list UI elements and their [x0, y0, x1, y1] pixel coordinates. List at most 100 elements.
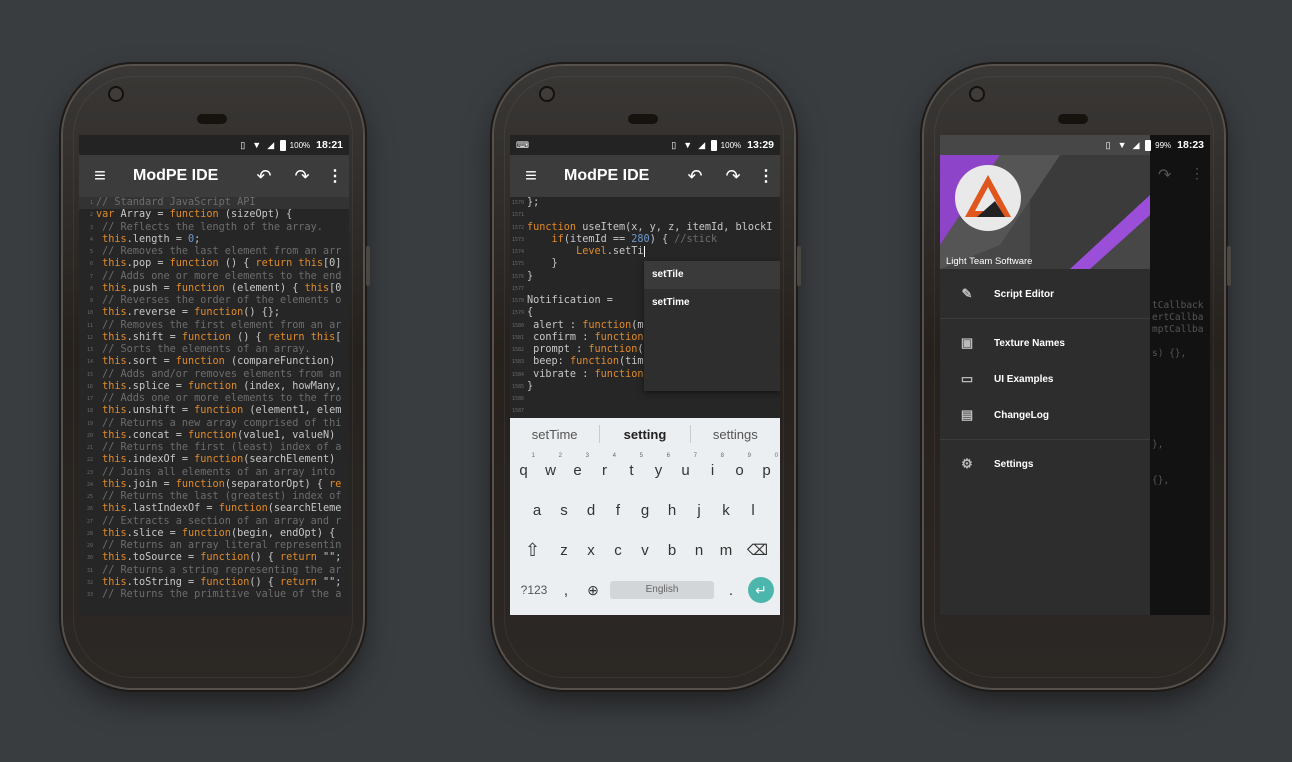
enter-icon[interactable]: ↵ — [748, 577, 774, 603]
key-q[interactable]: q1 — [510, 453, 537, 479]
code-token: } — [527, 258, 558, 270]
symbols-key[interactable]: ?123 — [516, 583, 552, 597]
key-a[interactable]: a — [524, 502, 551, 519]
code-token: this — [96, 307, 127, 319]
menu-item-changelog[interactable]: ▤ ChangeLog — [940, 397, 1150, 433]
key-t[interactable]: t5 — [618, 453, 645, 479]
code-token: // Reflects the length of the array. — [96, 221, 323, 233]
code-token: // Removes the first element from an ar — [96, 319, 342, 331]
code-token: .sort = — [126, 356, 176, 368]
key-l[interactable]: l — [740, 502, 767, 519]
code-token: function — [188, 380, 238, 392]
redo-icon[interactable]: ↷ — [714, 166, 752, 187]
line-number: 1576 — [511, 273, 524, 280]
camera — [969, 86, 985, 102]
key-s[interactable]: s — [551, 502, 578, 519]
key-m[interactable]: m — [713, 542, 740, 559]
wifi-icon: ▼ — [1117, 140, 1127, 150]
code-token: () { — [218, 258, 256, 270]
key-o[interactable]: o9 — [726, 453, 753, 479]
key-e[interactable]: e3 — [564, 453, 591, 479]
key-v[interactable]: v — [632, 542, 659, 559]
backspace-icon[interactable]: ⌫ — [740, 541, 776, 559]
line-number: 10 — [86, 310, 93, 317]
key-n[interactable]: n — [686, 542, 713, 559]
key-f[interactable]: f — [605, 502, 632, 519]
key-digit: 2 — [558, 452, 562, 459]
code-token: [0] — [322, 258, 342, 270]
code-token: (value1, valueN) — [237, 429, 336, 441]
code-token: .toString = — [126, 576, 201, 588]
key-b[interactable]: b — [659, 542, 686, 559]
key-p[interactable]: p0 — [753, 453, 780, 479]
key-c[interactable]: c — [605, 542, 632, 559]
key-u[interactable]: u7 — [672, 453, 699, 479]
comma-key[interactable]: , — [556, 582, 576, 599]
code-token: this — [96, 552, 127, 564]
clock: 13:29 — [747, 139, 774, 151]
menu-item-settings[interactable]: ⚙ Settings — [940, 446, 1150, 482]
key-z[interactable]: z — [551, 542, 578, 559]
code-token: // Adds one or more elements to the end — [96, 270, 342, 282]
key-j[interactable]: j — [686, 502, 713, 519]
code-token: return — [280, 576, 317, 588]
key-digit: 3 — [585, 452, 589, 459]
code-line: 14 this.sort = function (compareFunction… — [79, 356, 349, 368]
menu-item-script-editor[interactable]: ✎ Script Editor — [940, 276, 1150, 312]
code-line: 3 // Reflects the length of the array. — [79, 222, 349, 234]
code-editor[interactable]: 1// Standard JavaScript API 2 var Array = … — [79, 197, 349, 615]
code-token: () { — [249, 576, 281, 588]
globe-icon[interactable]: ⊕ — [580, 582, 606, 599]
line-number: 32 — [86, 579, 93, 586]
space-key[interactable]: English — [610, 581, 714, 599]
code-token: // Sorts the elements of an array. — [96, 344, 311, 355]
code-token: .push = — [126, 282, 176, 294]
key-r[interactable]: r4 — [591, 453, 618, 479]
code-token: if — [527, 233, 564, 245]
autocomplete-item[interactable]: setTime — [644, 289, 780, 317]
code-token: function — [527, 221, 577, 233]
code-line: 24 this.join = function(separatorOpt) { … — [79, 479, 349, 491]
more-vert-icon[interactable]: ⋮ — [321, 166, 349, 186]
menu-icon[interactable]: ≡ — [79, 165, 121, 188]
line-number: 9 — [89, 298, 93, 304]
key-g[interactable]: g — [632, 502, 659, 519]
suggestion[interactable]: setTime — [510, 427, 599, 442]
code-token: // Joins all elements of an array into — [96, 466, 336, 478]
key-w[interactable]: w2 — [537, 453, 564, 479]
menu-item-ui-examples[interactable]: ▭ UI Examples — [940, 361, 1150, 397]
key-h[interactable]: h — [659, 502, 686, 519]
line-number: 4 — [89, 236, 93, 243]
more-vert-icon[interactable]: ⋮ — [752, 166, 780, 186]
line-number: 26 — [86, 506, 93, 513]
code-token: this — [96, 233, 127, 245]
battery-icon — [1145, 139, 1152, 151]
menu-item-label: Settings — [994, 458, 1034, 470]
undo-icon[interactable]: ↶ — [245, 166, 283, 187]
key-label: u — [681, 461, 690, 479]
menu-item-texture-names[interactable]: ▣ Texture Names — [940, 325, 1150, 361]
line-number: 1575 — [511, 261, 524, 268]
menu-icon[interactable]: ≡ — [510, 165, 552, 188]
code-line: 4 this.length = 0; — [79, 234, 349, 246]
menu-item-label: ChangeLog — [994, 409, 1049, 421]
period-key[interactable]: . — [718, 582, 744, 599]
code-token: // Returns the primitive value of the a — [96, 589, 342, 600]
undo-icon[interactable]: ↶ — [676, 166, 714, 187]
suggestion[interactable]: settings — [691, 427, 780, 442]
suggestion[interactable]: setting — [600, 427, 689, 442]
code-token: this — [96, 429, 127, 441]
key-y[interactable]: y6 — [645, 453, 672, 479]
autocomplete-item[interactable]: setTile — [644, 261, 780, 289]
key-x[interactable]: x — [578, 542, 605, 559]
shift-icon[interactable]: ⇧ — [515, 540, 551, 561]
drawer-header: Light Team Software — [940, 135, 1150, 269]
key-k[interactable]: k — [713, 502, 740, 519]
key-i[interactable]: i8 — [699, 453, 726, 479]
code-token: this — [96, 478, 127, 490]
redo-icon[interactable]: ↷ — [283, 166, 321, 187]
code-token: confirm : — [527, 331, 595, 343]
key-d[interactable]: d — [578, 502, 605, 519]
line-number: 12 — [86, 334, 93, 341]
code-token: () { — [249, 552, 281, 564]
